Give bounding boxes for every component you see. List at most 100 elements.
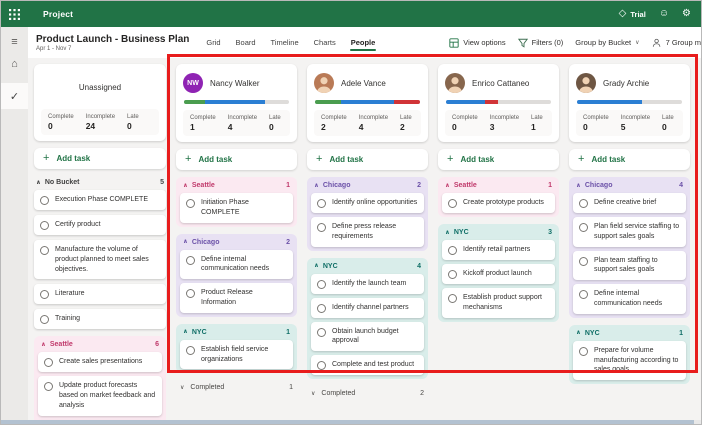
- task-card[interactable]: Complete and test product: [311, 355, 424, 375]
- complete-circle-icon[interactable]: [579, 290, 588, 299]
- task-card[interactable]: Create prototype products: [442, 193, 555, 213]
- stat-incomplete: Incomplete4: [228, 115, 257, 132]
- task-card[interactable]: Identify retail partners: [442, 240, 555, 260]
- complete-circle-icon[interactable]: [448, 270, 457, 279]
- bucket-group: ∧ No Bucket 5 Execution Phase COMPLETE C…: [34, 176, 166, 329]
- complete-circle-icon[interactable]: [579, 199, 588, 208]
- task-card[interactable]: Kickoff product launch: [442, 264, 555, 284]
- complete-circle-icon[interactable]: [40, 196, 49, 205]
- task-card[interactable]: Manufacture the volume of product planne…: [34, 240, 166, 279]
- complete-circle-icon[interactable]: [40, 221, 49, 230]
- task-card[interactable]: Establish product support mechanisms: [442, 288, 555, 318]
- stats-summary: Complete0Incomplete24Late0: [41, 109, 159, 135]
- bucket-header[interactable]: ∧ NYC 3: [442, 224, 555, 240]
- bucket-header[interactable]: ∧ Chicago 2: [311, 177, 424, 193]
- task-card[interactable]: Establish field service organizations: [180, 340, 293, 370]
- task-card[interactable]: Execution Phase COMPLETE: [34, 190, 166, 210]
- complete-circle-icon[interactable]: [317, 304, 326, 313]
- group-members-button[interactable]: 7 Group m: [652, 38, 701, 48]
- bucket-header[interactable]: ∧ No Bucket 5: [34, 176, 166, 190]
- task-card[interactable]: Certify product: [34, 215, 166, 235]
- complete-circle-icon[interactable]: [579, 257, 588, 266]
- trial-badge[interactable]: ◇ Trial: [619, 9, 646, 19]
- task-card[interactable]: Define press release requirements: [311, 217, 424, 247]
- task-card[interactable]: Obtain launch budget approval: [311, 322, 424, 352]
- complete-circle-icon[interactable]: [448, 246, 457, 255]
- add-task-button[interactable]: + Add task: [34, 148, 166, 169]
- complete-circle-icon[interactable]: [186, 256, 195, 265]
- task-card[interactable]: Define creative brief: [573, 193, 686, 213]
- complete-circle-icon[interactable]: [448, 199, 457, 208]
- complete-circle-icon[interactable]: [186, 289, 195, 298]
- chevron-up-icon: ∧: [41, 342, 46, 348]
- bucket-list: ∧ Chicago 4 Define creative brief Plan f…: [569, 177, 690, 384]
- scrollbar-thumb[interactable]: [1, 420, 694, 424]
- complete-circle-icon[interactable]: [186, 346, 195, 355]
- bucket-header[interactable]: ∧ NYC 1: [180, 324, 293, 340]
- task-card[interactable]: Identify channel partners: [311, 298, 424, 318]
- task-card[interactable]: Update product forecasts based on market…: [38, 376, 162, 415]
- task-card[interactable]: Plan field service staffing to support s…: [573, 217, 686, 247]
- group-by-button[interactable]: Group by Bucket ∨: [575, 38, 639, 47]
- tab-timeline[interactable]: Timeline: [270, 29, 300, 56]
- bucket-header[interactable]: ∧ Seattle 6: [38, 336, 162, 352]
- add-task-button[interactable]: + Add task: [438, 149, 559, 170]
- bucket-count: 1: [679, 330, 683, 337]
- complete-circle-icon[interactable]: [40, 315, 49, 324]
- task-title: Certify product: [55, 220, 101, 230]
- add-task-button[interactable]: + Add task: [569, 149, 690, 170]
- bucket-header[interactable]: ∧ Chicago 4: [573, 177, 686, 193]
- tab-board[interactable]: Board: [235, 29, 257, 56]
- tab-grid[interactable]: Grid: [205, 29, 221, 56]
- tab-charts[interactable]: Charts: [313, 29, 337, 56]
- feedback-smiley-icon[interactable]: ☺: [659, 9, 669, 19]
- complete-circle-icon[interactable]: [579, 223, 588, 232]
- complete-circle-icon[interactable]: [44, 358, 53, 367]
- task-card[interactable]: Product Release Information: [180, 283, 293, 313]
- complete-circle-icon[interactable]: [579, 347, 588, 356]
- bucket-header[interactable]: ∧ Chicago 2: [180, 234, 293, 250]
- task-card[interactable]: Literature: [34, 284, 166, 304]
- menu-hamburger-icon[interactable]: ≡: [1, 31, 28, 53]
- settings-gear-icon[interactable]: ⚙: [682, 9, 691, 19]
- view-options-button[interactable]: View options: [449, 38, 505, 48]
- app-launcher-waffle-icon[interactable]: [1, 1, 27, 27]
- task-card[interactable]: Define internal communication needs: [180, 250, 293, 280]
- add-task-button[interactable]: + Add task: [176, 149, 297, 170]
- bucket-count: 6: [155, 341, 159, 348]
- complete-circle-icon[interactable]: [317, 223, 326, 232]
- complete-circle-icon[interactable]: [448, 294, 457, 303]
- filters-button[interactable]: Filters (0): [518, 38, 564, 48]
- task-card[interactable]: Plan team staffing to support sales goal…: [573, 251, 686, 281]
- page-title: Product Launch - Business Plan: [36, 34, 189, 45]
- task-card[interactable]: Create sales presentations: [38, 352, 162, 372]
- completed-toggle[interactable]: ∨ Completed 1: [176, 380, 297, 393]
- stats-summary: Complete1Incomplete4Late0: [183, 110, 290, 136]
- complete-circle-icon[interactable]: [186, 199, 195, 208]
- complete-circle-icon[interactable]: [40, 246, 49, 255]
- complete-circle-icon[interactable]: [317, 328, 326, 337]
- horizontal-scrollbar[interactable]: [1, 420, 701, 424]
- complete-circle-icon[interactable]: [317, 199, 326, 208]
- completed-toggle[interactable]: ∨ Completed 2: [307, 386, 428, 399]
- tab-people[interactable]: People: [350, 29, 377, 56]
- bucket-header[interactable]: ∧ NYC 1: [573, 325, 686, 341]
- task-card[interactable]: Training: [34, 309, 166, 329]
- add-task-button[interactable]: + Add task: [307, 149, 428, 170]
- home-icon[interactable]: ⌂: [1, 53, 28, 75]
- task-card[interactable]: Prepare for volume manufacturing accordi…: [573, 341, 686, 380]
- tasks-check-icon[interactable]: ✓: [1, 83, 28, 109]
- task-card[interactable]: Identify the launch team: [311, 274, 424, 294]
- bucket-header[interactable]: ∧ Seattle 1: [442, 177, 555, 193]
- task-card[interactable]: Define internal communication needs: [573, 284, 686, 314]
- task-card[interactable]: Initiation Phase COMPLETE: [180, 193, 293, 223]
- complete-circle-icon[interactable]: [40, 290, 49, 299]
- progress-segment-complete: [315, 100, 341, 104]
- complete-circle-icon[interactable]: [44, 382, 53, 391]
- task-card[interactable]: Identify online opportunities: [311, 193, 424, 213]
- bucket-header[interactable]: ∧ NYC 4: [311, 258, 424, 274]
- top-app-bar: Project ◇ Trial ☺ ⚙: [1, 1, 701, 27]
- complete-circle-icon[interactable]: [317, 280, 326, 289]
- complete-circle-icon[interactable]: [317, 361, 326, 370]
- bucket-header[interactable]: ∧ Seattle 1: [180, 177, 293, 193]
